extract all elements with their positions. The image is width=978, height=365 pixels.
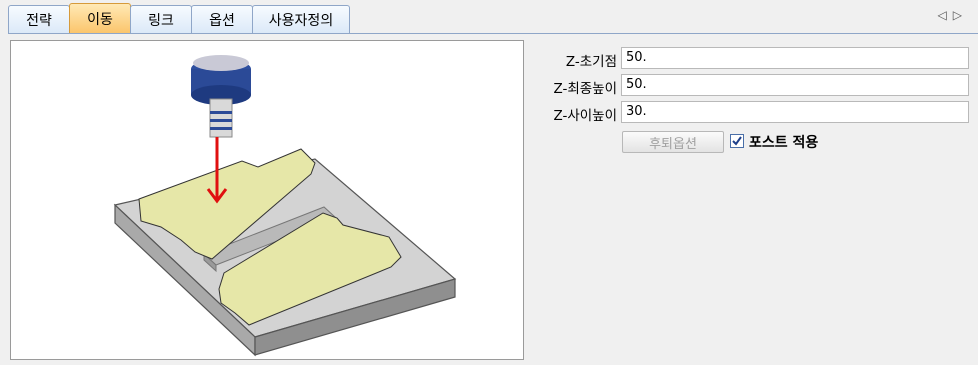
tab-strategy[interactable]: 전략 xyxy=(8,5,70,33)
tab-move[interactable]: 이동 xyxy=(69,3,131,33)
tool-shank xyxy=(209,98,233,138)
z-final-input[interactable]: 50. xyxy=(621,74,969,96)
z-initial-input[interactable]: 50. xyxy=(621,47,969,69)
row-z-between: Z-사이높이 30. xyxy=(525,101,975,124)
preview-image xyxy=(10,40,524,360)
row-z-final: Z-최종높이 50. xyxy=(525,74,975,97)
tab-bar: 전략 이동 링크 옵션 사용자정의 ◁▷ xyxy=(0,0,978,34)
machining-illustration xyxy=(113,55,457,357)
z-initial-label: Z-초기점 xyxy=(565,54,617,70)
tab-options[interactable]: 옵션 xyxy=(191,5,253,33)
checkmark-icon xyxy=(732,136,742,146)
retract-options-button[interactable]: 후퇴옵션 xyxy=(622,131,724,153)
tab-link[interactable]: 링크 xyxy=(130,5,192,33)
z-between-input[interactable]: 30. xyxy=(621,101,969,123)
tab-prev-icon[interactable]: ◁ xyxy=(938,8,953,22)
tab-next-icon[interactable]: ▷ xyxy=(953,8,968,22)
tool-holder-cap xyxy=(193,55,249,71)
tab-nav: ◁▷ xyxy=(938,8,968,22)
tab-user-defined[interactable]: 사용자정의 xyxy=(252,5,350,33)
tab-strip: 전략 이동 링크 옵션 사용자정의 xyxy=(8,3,350,34)
row-z-initial: Z-초기점 50. xyxy=(525,47,975,70)
move-panel: Z-초기점 50. Z-최종높이 50. Z-사이높이 30. 후퇴옵션 포스트… xyxy=(0,34,978,365)
post-apply-label: 포스트 적용 xyxy=(749,135,819,151)
settings-form: Z-초기점 50. Z-최종높이 50. Z-사이높이 30. 후퇴옵션 포스트… xyxy=(525,34,978,365)
post-apply-checkbox[interactable] xyxy=(730,134,744,148)
z-final-label: Z-최종높이 xyxy=(553,81,617,97)
z-between-label: Z-사이높이 xyxy=(553,108,617,124)
